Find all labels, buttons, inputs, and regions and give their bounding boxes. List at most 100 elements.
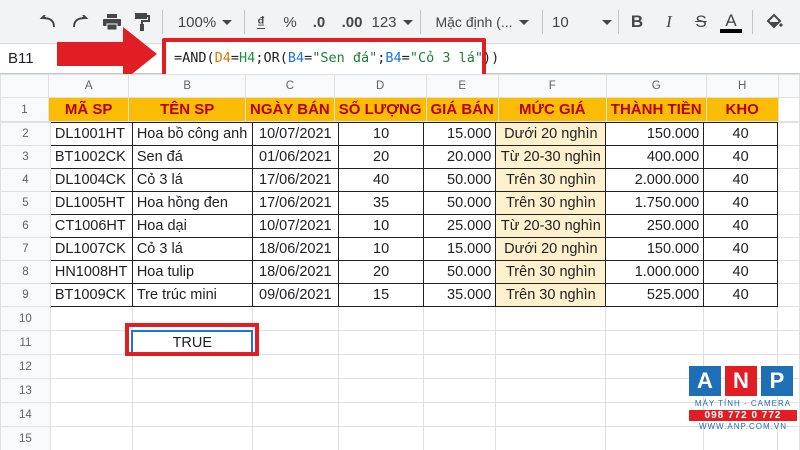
bold-button[interactable]: B [626, 8, 648, 36]
table-cell[interactable]: DL1001HT [49, 122, 133, 146]
table-cell[interactable]: 10 [337, 214, 425, 238]
table-cell[interactable]: 17/06/2021 [251, 168, 339, 192]
row-header[interactable]: 14 [0, 402, 51, 427]
cell[interactable] [251, 354, 339, 379]
row-header[interactable]: 4 [0, 168, 51, 192]
decrease-decimal-button[interactable]: .0 [306, 8, 332, 36]
column-header-g[interactable]: G [605, 74, 707, 98]
row-header[interactable]: 8 [0, 260, 51, 284]
table-cell[interactable]: 18/06/2021 [251, 260, 339, 284]
table-cell[interactable]: DL1007CK [49, 237, 133, 261]
cell[interactable] [776, 260, 800, 284]
table-cell[interactable]: 15.000 [423, 237, 497, 261]
cell[interactable] [131, 378, 253, 403]
table-cell[interactable]: 40 [703, 237, 778, 261]
table-cell[interactable]: 40 [337, 168, 425, 192]
table-cell[interactable]: BT1002CK [49, 145, 133, 169]
header-cell[interactable]: GIÁ BÁN [425, 97, 499, 122]
cell[interactable] [337, 330, 425, 355]
column-header-b[interactable]: B [128, 74, 247, 98]
table-cell[interactable]: 50.000 [423, 168, 497, 192]
cell[interactable] [776, 306, 800, 331]
table-cell[interactable]: BT1009CK [49, 283, 133, 307]
cell[interactable] [423, 402, 497, 427]
table-cell[interactable]: Trên 30 nghìn [495, 191, 607, 215]
table-cell[interactable]: 10 [337, 122, 425, 146]
cell[interactable] [251, 426, 339, 450]
row-header[interactable]: 6 [0, 214, 51, 238]
cell[interactable] [423, 378, 497, 403]
header-cell[interactable]: NGÀY BÁN [245, 97, 335, 122]
table-cell[interactable]: HN1008HT [49, 260, 133, 284]
cell[interactable] [423, 426, 497, 450]
cell[interactable] [605, 330, 705, 355]
table-cell[interactable]: 01/06/2021 [251, 145, 339, 169]
select-all-corner[interactable] [0, 74, 49, 98]
column-header-extra[interactable] [777, 74, 800, 98]
percent-format-button[interactable]: % [279, 8, 301, 36]
cell[interactable] [423, 330, 497, 355]
table-cell[interactable]: Hoa tulip [131, 260, 253, 284]
cell[interactable] [131, 402, 253, 427]
cell[interactable] [251, 402, 339, 427]
column-header-f[interactable]: F [497, 74, 607, 98]
table-cell[interactable]: Trên 30 nghìn [495, 260, 607, 284]
table-cell[interactable]: Cỏ 3 lá [131, 237, 253, 261]
cell[interactable] [49, 330, 133, 355]
cell[interactable] [49, 306, 133, 331]
cell[interactable] [776, 237, 800, 261]
table-cell[interactable]: 10/07/2021 [251, 214, 339, 238]
header-cell[interactable]: TÊN SP [128, 97, 247, 122]
row-header[interactable]: 3 [0, 145, 51, 169]
table-cell[interactable]: CT1006HT [49, 214, 133, 238]
table-cell[interactable]: 25.000 [423, 214, 497, 238]
table-cell[interactable]: 525.000 [605, 283, 705, 307]
cell[interactable] [776, 122, 800, 146]
cell[interactable] [605, 306, 705, 331]
table-cell[interactable]: 15.000 [423, 122, 497, 146]
table-cell[interactable]: Sen đá [131, 145, 253, 169]
cell[interactable] [495, 306, 607, 331]
font-family-select[interactable]: Mặc định (... [428, 8, 536, 36]
table-cell[interactable]: 15 [337, 283, 425, 307]
table-cell[interactable]: 2.000.000 [605, 168, 705, 192]
table-cell[interactable]: 40 [703, 122, 778, 146]
table-cell[interactable]: 40 [703, 168, 778, 192]
table-cell[interactable]: 09/06/2021 [251, 283, 339, 307]
zoom-select[interactable]: 100% [172, 8, 238, 36]
header-cell[interactable]: MÃ SP [47, 97, 130, 122]
table-cell[interactable]: Cỏ 3 lá [131, 168, 253, 192]
cell[interactable] [131, 426, 253, 450]
table-cell[interactable]: Hoa dại [131, 214, 253, 238]
cell[interactable] [251, 330, 339, 355]
cell[interactable] [337, 306, 425, 331]
cell[interactable] [495, 354, 607, 379]
header-cell[interactable]: SỐ LƯỢNG [333, 97, 427, 122]
cell[interactable] [703, 330, 778, 355]
row-header[interactable]: 15 [0, 426, 51, 450]
row-header[interactable]: 12 [0, 354, 51, 379]
cell[interactable] [703, 306, 778, 331]
table-cell[interactable]: 10 [337, 237, 425, 261]
table-cell[interactable]: 18/06/2021 [251, 237, 339, 261]
currency-format-button[interactable]: ₫ [250, 8, 272, 36]
cell[interactable] [495, 402, 607, 427]
table-cell[interactable]: 40 [703, 260, 778, 284]
table-cell[interactable]: Từ 20-30 nghìn [495, 145, 607, 169]
cell[interactable] [776, 168, 800, 192]
table-cell[interactable]: 35 [337, 191, 425, 215]
column-header-a[interactable]: A [47, 74, 130, 98]
table-cell[interactable]: Dưới 20 nghìn [495, 122, 607, 146]
cell[interactable] [49, 402, 133, 427]
table-cell[interactable]: 20.000 [423, 145, 497, 169]
row-header[interactable]: 5 [0, 191, 51, 215]
row-header[interactable]: 7 [0, 237, 51, 261]
column-header-c[interactable]: C [245, 74, 335, 98]
table-cell[interactable]: DL1005HT [49, 191, 133, 215]
cell[interactable] [776, 330, 800, 355]
table-cell[interactable]: 10/07/2021 [251, 122, 339, 146]
cell[interactable] [337, 426, 425, 450]
table-cell[interactable]: 50.000 [423, 191, 497, 215]
cell[interactable] [131, 354, 253, 379]
table-cell[interactable]: DL1004CK [49, 168, 133, 192]
